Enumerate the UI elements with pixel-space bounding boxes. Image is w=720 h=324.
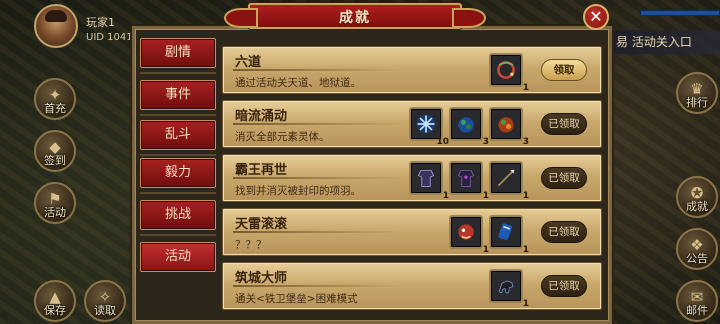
red-beast-icon <box>458 224 474 240</box>
war-horse-icon <box>498 280 514 294</box>
first-recharge-label: 首充 <box>44 102 66 115</box>
title-underline <box>233 123 403 125</box>
achievement-title: 霸王再世 <box>235 163 288 178</box>
events-button[interactable]: ⚑ 活动 <box>34 182 76 224</box>
reward-item[interactable]: 1 <box>489 269 529 309</box>
ranking-button[interactable]: ♛ 排行 <box>676 72 718 114</box>
achievement-row: 天雷滚滚 ？？？ 1 1 已领取 <box>222 208 602 256</box>
reward-item[interactable]: 1 <box>409 161 449 201</box>
events-label: 活动 <box>44 206 66 219</box>
title-underline <box>233 285 403 287</box>
tab-divider <box>140 192 216 194</box>
reward-item[interactable]: 1 <box>449 161 489 201</box>
claimed-button[interactable]: 已领取 <box>541 167 587 189</box>
title-underline <box>233 177 403 179</box>
mail-button[interactable]: ✉ 邮件 <box>676 280 718 322</box>
load-label: 读取 <box>94 304 116 317</box>
notice-button[interactable]: ❖ 公告 <box>676 228 718 270</box>
tab-divider <box>140 234 216 236</box>
tab-divider <box>140 72 216 74</box>
ice-crystal-icon <box>416 114 436 134</box>
achievement-row: 暗流涌动 消灭全部元素灵体。 10 3 3 已领取 <box>222 100 602 148</box>
achievement-desc: 通过活动关天道、地狱道。 <box>235 77 361 89</box>
achievement-title: 六道 <box>235 55 262 70</box>
achievement-title: 暗流涌动 <box>235 109 288 124</box>
armor-icon <box>417 169 435 187</box>
claimed-button[interactable]: 已领取 <box>541 113 587 135</box>
spear-icon <box>497 169 515 187</box>
claimed-button[interactable]: 已领取 <box>541 275 587 297</box>
avatar[interactable] <box>34 4 78 48</box>
player-name: 玩家1 <box>86 16 115 29</box>
notice-label: 公告 <box>686 252 708 265</box>
reward-item[interactable]: 1 <box>489 215 529 255</box>
category-tabs: 剧情 事件 乱斗 毅力 挑战 活动 <box>140 38 216 324</box>
achievement-desc: 通关<铁卫堡垒>困难模式 <box>235 293 358 305</box>
dragon-bracelet-icon <box>497 61 515 79</box>
achievement-desc: ？？？ <box>235 239 267 251</box>
resource-bar <box>640 10 720 16</box>
achievement-list[interactable]: 六道 通过活动关天道、地狱道。 1 领取 暗流涌动 消灭全部元素灵体。 10 3… <box>222 46 602 324</box>
claim-button[interactable]: 领取 <box>541 59 587 81</box>
reward-count: 1 <box>522 245 529 255</box>
tab-story[interactable]: 剧情 <box>140 38 216 68</box>
save-button[interactable]: ▲ 保存 <box>34 280 76 322</box>
title-underline <box>233 231 403 233</box>
achievement-title: 筑城大师 <box>235 271 288 286</box>
player-info[interactable]: 玩家1 UID 1041 <box>34 4 144 48</box>
tab-activity[interactable]: 活动 <box>140 242 216 272</box>
fire-orb-icon <box>498 117 514 133</box>
mail-label: 邮件 <box>686 304 708 317</box>
load-button[interactable]: ✧ 读取 <box>84 280 126 322</box>
tab-divider <box>140 154 216 156</box>
claimed-button[interactable]: 已领取 <box>541 221 587 243</box>
achievement-row: 霸王再世 找到并消灭被封印的项羽。 1 1 1 已领取 <box>222 154 602 202</box>
achievement-button[interactable]: ✪ 成就 <box>676 176 718 218</box>
close-button[interactable]: ✕ <box>583 4 609 30</box>
tab-events[interactable]: 事件 <box>140 80 216 110</box>
achievement-row: 筑城大师 通关<铁卫堡垒>困难模式 1 已领取 <box>222 262 602 310</box>
dialog-title-banner: 成就 <box>224 3 486 29</box>
sign-in-button[interactable]: ◆ 签到 <box>34 130 76 172</box>
achievement-desc: 找到并消灭被封印的项羽。 <box>235 185 361 197</box>
sign-in-label: 签到 <box>44 154 66 167</box>
reward-count: 1 <box>522 299 529 309</box>
reward-item[interactable]: 1 <box>489 53 529 93</box>
tab-divider <box>140 114 216 116</box>
blue-orb-icon <box>458 117 474 133</box>
save-label: 保存 <box>44 304 66 317</box>
reward-count: 1 <box>522 191 529 201</box>
reward-item[interactable]: 3 <box>489 107 529 147</box>
reward-item[interactable]: 1 <box>489 161 529 201</box>
title-underline <box>233 69 403 71</box>
dialog-title: 成就 <box>339 10 371 26</box>
achievement-row: 六道 通过活动关天道、地狱道。 1 领取 <box>222 46 602 94</box>
reward-count: 3 <box>522 137 529 147</box>
reward-item[interactable]: 1 <box>449 215 489 255</box>
player-uid: UID 1041 <box>86 32 133 43</box>
achievement-title: 天雷滚滚 <box>235 217 288 232</box>
achievement-label: 成就 <box>686 200 708 213</box>
tab-challenge[interactable]: 挑战 <box>140 200 216 230</box>
blue-scroll-icon <box>498 223 513 241</box>
reward-count: 10 <box>436 137 449 147</box>
reward-item[interactable]: 10 <box>409 107 449 147</box>
reward-item[interactable]: 3 <box>449 107 489 147</box>
dark-armor-icon <box>457 169 475 187</box>
tab-brawl[interactable]: 乱斗 <box>140 120 216 150</box>
reward-count: 1 <box>522 83 529 93</box>
event-stage-entrance[interactable]: 易 活动关入口 <box>606 30 720 54</box>
first-recharge-button[interactable]: ✦ 首充 <box>34 78 76 120</box>
tab-perseverance[interactable]: 毅力 <box>140 158 216 188</box>
ranking-label: 排行 <box>686 96 708 109</box>
achievement-desc: 消灭全部元素灵体。 <box>235 131 330 143</box>
